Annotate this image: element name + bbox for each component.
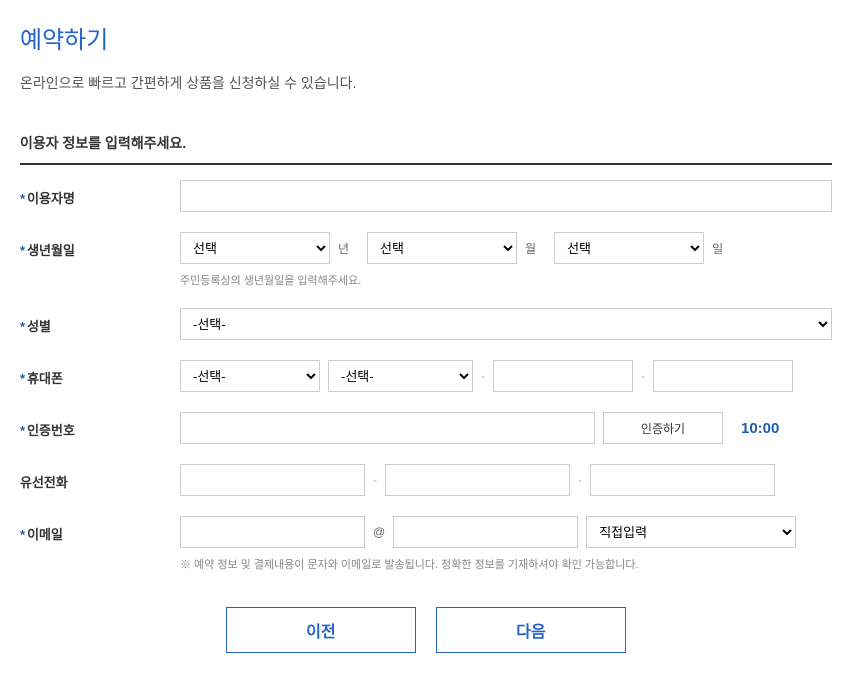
label-birthdate: *생년월일 xyxy=(20,232,180,259)
input-landline-3[interactable] xyxy=(590,464,775,496)
required-mark: * xyxy=(20,319,25,334)
select-birth-month[interactable]: 선택 xyxy=(367,232,517,264)
select-mobile-prefix[interactable]: -선택- xyxy=(328,360,473,392)
page-title: 예약하기 xyxy=(20,20,832,55)
input-email-local[interactable] xyxy=(180,516,365,548)
select-email-domain[interactable]: 직접입력 xyxy=(586,516,796,548)
dash-separator: - xyxy=(578,473,582,487)
label-gender-text: 성별 xyxy=(27,319,51,334)
unit-month: 월 xyxy=(525,240,536,257)
input-mobile-mid[interactable] xyxy=(493,360,633,392)
label-mobile: *휴대폰 xyxy=(20,360,180,387)
dash-separator: - xyxy=(481,369,485,383)
prev-button[interactable]: 이전 xyxy=(226,607,416,653)
button-row: 이전 다음 xyxy=(20,607,832,653)
unit-year: 년 xyxy=(338,240,349,257)
input-authcode[interactable] xyxy=(180,412,595,444)
row-authcode: *인증번호 인증하기 10:00 xyxy=(20,412,832,444)
auth-timer: 10:00 xyxy=(741,420,779,437)
label-email: *이메일 xyxy=(20,516,180,543)
next-button[interactable]: 다음 xyxy=(436,607,626,653)
dash-separator: - xyxy=(373,473,377,487)
page-subtitle: 온라인으로 빠르고 간편하게 상품을 신청하실 수 있습니다. xyxy=(20,73,832,93)
row-mobile: *휴대폰 -선택- -선택- - - xyxy=(20,360,832,392)
row-email: *이메일 @ 직접입력 ※ 예약 정보 및 결제내용이 문자와 이메일로 발송됩… xyxy=(20,516,832,572)
input-mobile-last[interactable] xyxy=(653,360,793,392)
select-birth-day[interactable]: 선택 xyxy=(554,232,704,264)
input-landline-2[interactable] xyxy=(385,464,570,496)
label-landline-text: 유선전화 xyxy=(20,475,68,490)
label-authcode: *인증번호 xyxy=(20,412,180,439)
label-birthdate-text: 생년월일 xyxy=(27,243,75,258)
required-mark: * xyxy=(20,371,25,386)
label-username-text: 이용자명 xyxy=(27,191,75,206)
label-gender: *성별 xyxy=(20,308,180,335)
select-mobile-carrier[interactable]: -선택- xyxy=(180,360,320,392)
label-mobile-text: 휴대폰 xyxy=(27,371,63,386)
label-landline: 유선전화 xyxy=(20,464,180,491)
row-landline: 유선전화 - - xyxy=(20,464,832,496)
label-username: *이용자명 xyxy=(20,180,180,207)
required-mark: * xyxy=(20,243,25,258)
hint-email: ※ 예약 정보 및 결제내용이 문자와 이메일로 발송됩니다. 정확한 정보를 … xyxy=(180,556,832,572)
section-title: 이용자 정보를 입력해주세요. xyxy=(20,133,832,165)
dash-separator: - xyxy=(641,369,645,383)
hint-birthdate: 주민등록상의 생년월일을 입력해주세요. xyxy=(180,272,832,288)
label-email-text: 이메일 xyxy=(27,527,63,542)
required-mark: * xyxy=(20,527,25,542)
required-mark: * xyxy=(20,191,25,206)
at-symbol: @ xyxy=(373,525,385,539)
row-username: *이용자명 xyxy=(20,180,832,212)
required-mark: * xyxy=(20,423,25,438)
input-email-domain[interactable] xyxy=(393,516,578,548)
input-username[interactable] xyxy=(180,180,832,212)
row-birthdate: *생년월일 선택 년 선택 월 선택 일 주민등록상의 생년월일을 입력해주세요… xyxy=(20,232,832,288)
unit-day: 일 xyxy=(712,240,723,257)
verify-button[interactable]: 인증하기 xyxy=(603,412,723,444)
label-authcode-text: 인증번호 xyxy=(27,423,75,438)
select-birth-year[interactable]: 선택 xyxy=(180,232,330,264)
row-gender: *성별 -선택- xyxy=(20,308,832,340)
select-gender[interactable]: -선택- xyxy=(180,308,832,340)
input-landline-1[interactable] xyxy=(180,464,365,496)
